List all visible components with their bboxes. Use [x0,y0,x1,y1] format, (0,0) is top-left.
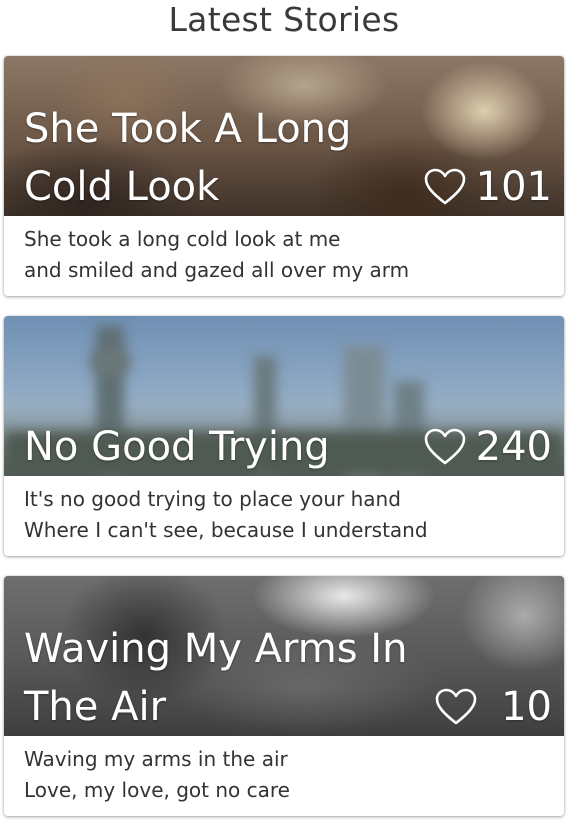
heart-icon [424,168,465,205]
story-image: No Good Trying 240 [4,316,564,476]
story-card[interactable]: No Good Trying 240 It's no good trying t… [4,316,564,556]
like-count: 240 [475,424,552,470]
story-card[interactable]: She Took A Long Cold Look 101 She took a… [4,56,564,296]
story-excerpt-line: and smiled and gazed all over my arm [24,258,410,282]
skyline-tower-left-top [90,348,130,376]
story-title: No Good Trying [24,424,330,470]
story-excerpt-line: Where I can't see, because I understand [24,518,428,542]
like-button[interactable]: 240 [424,424,552,470]
story-card[interactable]: Waving My Arms In The Air 10 Waving my a… [4,576,564,816]
like-button[interactable]: 101 [424,164,552,210]
story-excerpt: It's no good trying to place your hand W… [4,476,564,556]
story-excerpt-line: She took a long cold look at me [24,227,341,251]
heart-icon [435,688,477,725]
story-image: She Took A Long Cold Look 101 [4,56,564,216]
story-excerpt: Waving my arms in the air Love, my love,… [4,736,564,816]
story-excerpt-line: Waving my arms in the air [24,747,288,771]
story-title: She Took A Long Cold Look [24,106,352,210]
story-excerpt-line: Love, my love, got no care [24,778,290,802]
heart-icon [424,428,465,465]
story-image: Waving My Arms In The Air 10 [4,576,564,736]
story-title: Waving My Arms In The Air [24,626,408,730]
like-count: 10 [501,684,552,730]
page-title: Latest Stories [168,0,400,39]
like-button[interactable]: 10 [435,684,552,730]
like-count: 101 [475,164,552,210]
story-excerpt: She took a long cold look at me and smil… [4,216,564,296]
story-excerpt-line: It's no good trying to place your hand [24,487,401,511]
